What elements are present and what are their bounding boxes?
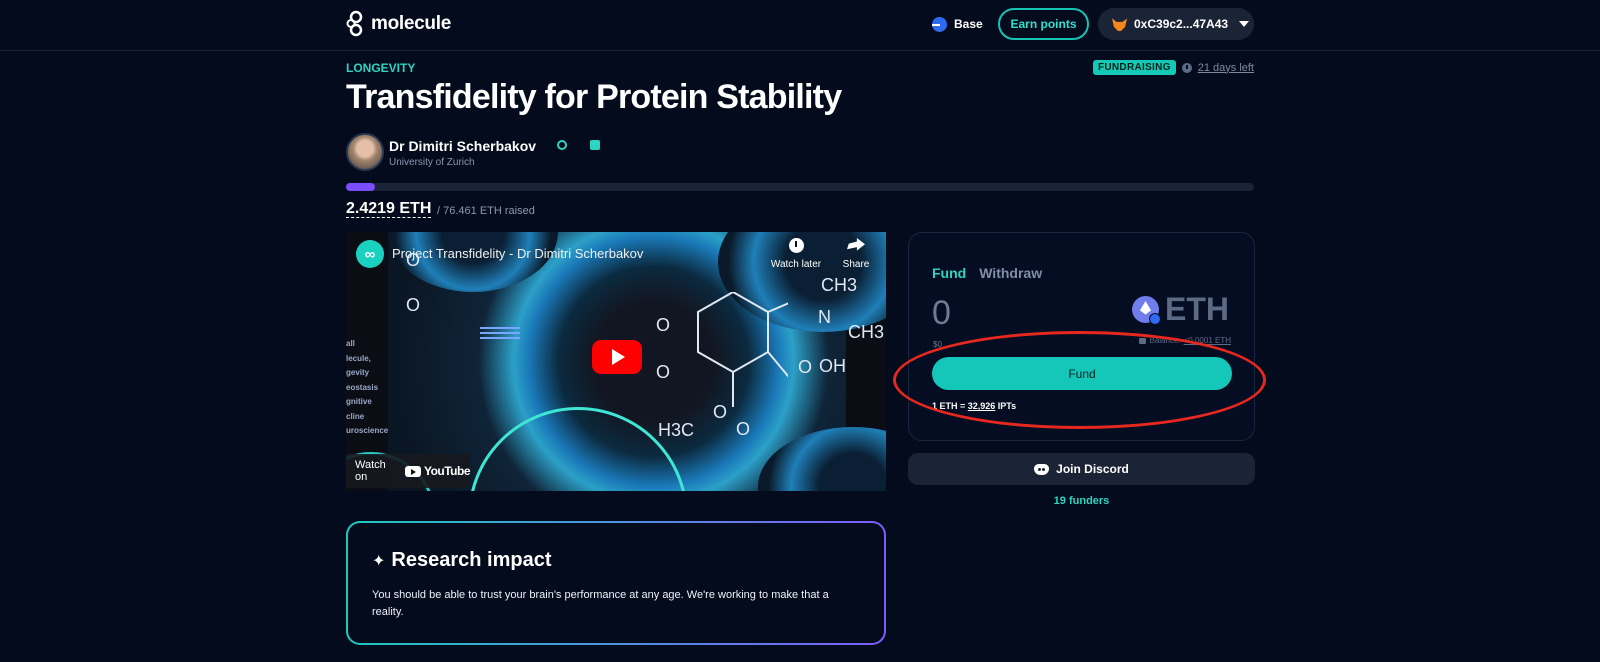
side-line: lecule, <box>346 353 371 363</box>
share-icon <box>847 238 865 251</box>
author-avatar[interactable] <box>346 133 384 171</box>
wallet-button[interactable]: 0xC39c2...47A43 <box>1098 8 1254 40</box>
youtube-label: YouTube <box>423 464 471 478</box>
globe-icon[interactable] <box>557 140 567 150</box>
watch-later-label: Watch later <box>770 259 822 270</box>
watch-later-button[interactable]: Watch later <box>768 238 824 270</box>
funding-progress-fill <box>346 183 376 191</box>
brand-name: molecule <box>371 13 451 34</box>
watch-on-youtube-button[interactable]: Watch on YouTube <box>346 454 471 488</box>
chem-label: N <box>818 307 831 327</box>
youtube-icon <box>404 465 421 477</box>
currency-selector[interactable]: ETH <box>1132 291 1229 328</box>
thumbnail-ring <box>468 407 688 491</box>
metamask-icon <box>1112 18 1127 31</box>
chem-label: H3C <box>658 420 695 440</box>
chem-label: O <box>406 295 421 315</box>
linkedin-icon[interactable] <box>590 140 600 150</box>
funders-count[interactable]: 19 funders <box>908 495 1255 507</box>
side-line: uroscience <box>346 426 389 435</box>
watch-on-label: Watch on <box>355 459 386 483</box>
network-selector[interactable]: Base <box>932 15 983 33</box>
discord-label: Join Discord <box>1056 462 1129 476</box>
top-nav: molecule Base Earn points 0xC39c2...47A4… <box>0 0 1600 51</box>
base-network-icon <box>1149 313 1161 325</box>
raised-amount: 2.4219 ETH <box>346 200 432 218</box>
side-line: cline <box>346 411 365 421</box>
author-affiliation: University of Zurich <box>389 157 475 168</box>
channel-avatar-icon[interactable]: ∞ <box>356 240 384 268</box>
status-badge: FUNDRAISING <box>1092 60 1176 75</box>
chem-label: O <box>656 362 671 382</box>
play-icon <box>612 349 625 365</box>
research-impact-heading: Research impact <box>391 549 552 571</box>
research-impact-card: ✦ Research impact You should be able to … <box>346 521 886 645</box>
tab-withdraw[interactable]: Withdraw <box>979 265 1042 281</box>
brand-logo[interactable]: molecule <box>346 9 451 39</box>
chem-label: CH3 <box>821 275 858 295</box>
highlight-annotation <box>893 331 1266 429</box>
fund-tabs: Fund Withdraw <box>932 265 1042 281</box>
share-label: Share <box>842 259 870 270</box>
amount-input[interactable] <box>932 293 1082 333</box>
thumbnail-blob <box>758 427 886 491</box>
molecule-structure-drawing <box>697 292 788 407</box>
join-discord-button[interactable]: Join Discord <box>908 453 1255 485</box>
project-status: FUNDRAISING 21 days left <box>1092 60 1254 75</box>
discord-icon <box>1034 463 1050 475</box>
page-title: Transfidelity for Protein Stability <box>346 78 842 116</box>
chem-label: O <box>798 357 813 377</box>
wallet-address: 0xC39c2...47A43 <box>1134 17 1229 31</box>
raised-total: / 76.461 ETH raised <box>437 205 535 217</box>
chevron-down-icon <box>1239 21 1250 27</box>
raised-amount-value: 2.4219 ETH <box>346 200 432 218</box>
video-title[interactable]: Project Transfidelity - Dr Dimitri Scher… <box>392 246 643 261</box>
research-impact-text: You should be able to trust your brain's… <box>372 589 829 618</box>
earn-points-button[interactable]: Earn points <box>998 8 1089 40</box>
author-name[interactable]: Dr Dimitri Scherbakov <box>389 138 536 154</box>
molecule-logo-icon <box>346 10 363 37</box>
currency-label: ETH <box>1165 291 1229 327</box>
side-line: gnitive <box>346 397 372 406</box>
funding-progress-bar <box>346 183 1254 191</box>
thumbnail-menu-icon <box>480 327 520 339</box>
share-button[interactable]: Share <box>832 238 880 270</box>
youtube-logo: YouTube <box>404 464 471 478</box>
project-category[interactable]: LONGEVITY <box>346 61 415 75</box>
side-line: gevity <box>346 368 370 377</box>
research-impact-title: ✦ Research impact <box>372 549 551 572</box>
network-label: Base <box>954 17 983 31</box>
thumbnail-side-text: all lecule, gevity eostasis gnitive clin… <box>346 337 388 439</box>
chem-label: CH3 <box>848 322 885 342</box>
clock-icon <box>788 238 804 253</box>
chem-label: O <box>656 315 671 335</box>
base-network-icon <box>932 16 947 32</box>
time-left: 21 days left <box>1197 61 1254 74</box>
clock-icon <box>1181 62 1192 73</box>
chem-label: OH <box>819 356 846 376</box>
side-line: all <box>346 339 355 348</box>
side-line: eostasis <box>346 382 379 392</box>
sparkle-icon: ✦ <box>372 552 386 570</box>
chem-label: O <box>736 419 751 439</box>
play-button[interactable] <box>592 340 642 374</box>
ethereum-icon <box>1132 296 1161 325</box>
tab-fund[interactable]: Fund <box>932 265 966 281</box>
video-player[interactable]: CH3 N CH3 O O O O OH O H3C O O all lecul… <box>346 232 886 491</box>
